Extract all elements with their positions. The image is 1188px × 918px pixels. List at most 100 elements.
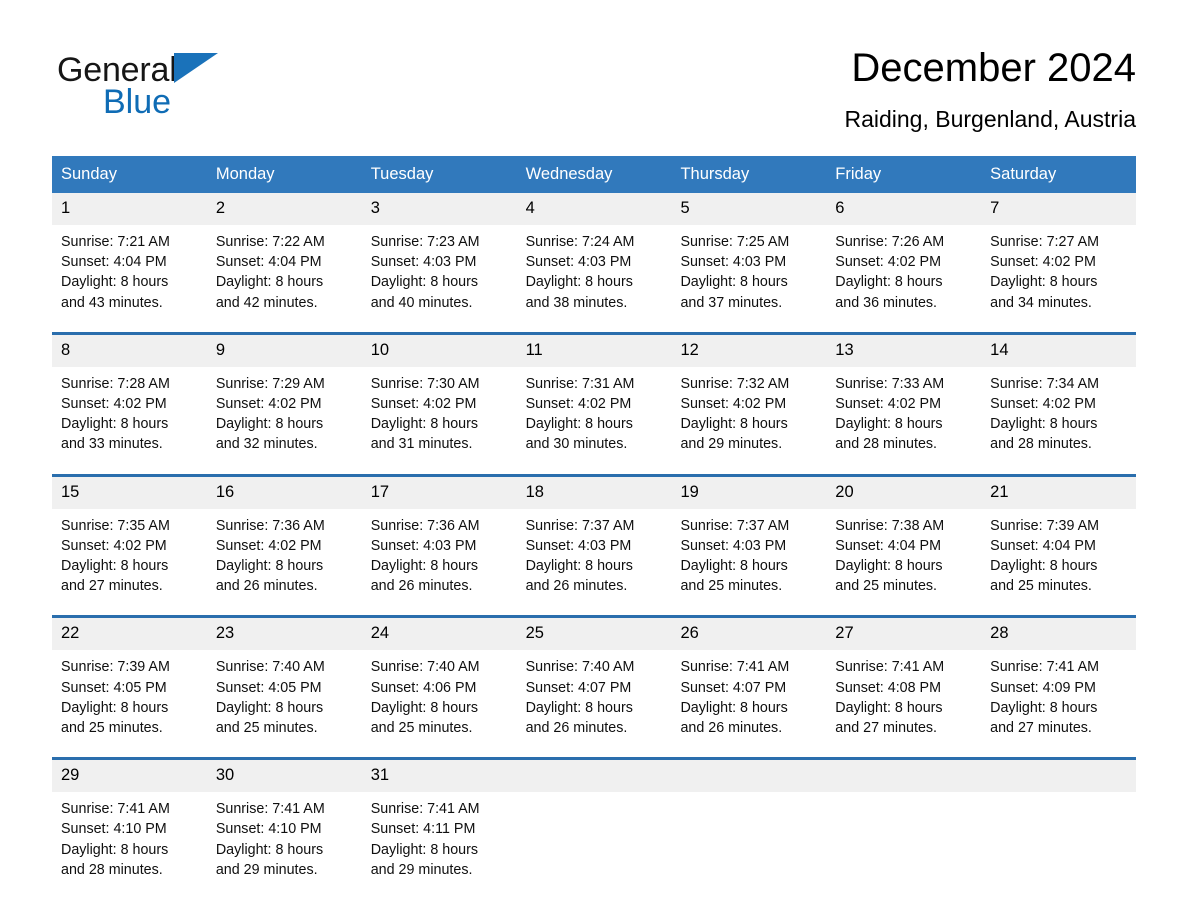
day-number[interactable]: 24	[362, 618, 517, 650]
day-number[interactable]: 1	[52, 193, 207, 225]
day-cell[interactable]: Sunrise: 7:31 AM Sunset: 4:02 PM Daylight:…	[517, 367, 672, 465]
day-cell[interactable]: Sunrise: 7:41 AM Sunset: 4:08 PM Daylight:…	[826, 650, 981, 748]
day-cell[interactable]: Sunrise: 7:29 AM Sunset: 4:02 PM Daylight:…	[207, 367, 362, 465]
day-number[interactable]: 31	[362, 760, 517, 792]
day-daylight-line: Daylight: 8 hours	[215, 274, 324, 291]
day-sunset-line: Sunset: 4:03 PM	[680, 537, 787, 554]
day-number[interactable]: 14	[981, 335, 1136, 367]
day-sunrise-line: Sunrise: 7:41 AM	[835, 659, 945, 676]
day-daylight-line: and 42 minutes.	[215, 294, 318, 311]
week-date-strip: 1234567	[52, 193, 1136, 225]
page-subtitle: Raiding, Burgenland, Austria	[844, 106, 1136, 132]
day-cell[interactable]: Sunrise: 7:22 AM Sunset: 4:04 PM Daylight:…	[207, 225, 362, 323]
day-number[interactable]: 29	[52, 760, 207, 792]
day-daylight-line: and 25 minutes.	[990, 578, 1092, 595]
day-sunset-line: Sunset: 4:03 PM	[370, 254, 477, 271]
day-cell[interactable]: Sunrise: 7:27 AM Sunset: 4:02 PM Daylight:…	[981, 225, 1136, 323]
day-daylight-line: and 25 minutes.	[215, 720, 318, 737]
day-daylight-line: and 28 minutes.	[990, 436, 1092, 453]
day-daylight-line: Daylight: 8 hours	[990, 274, 1098, 291]
day-sunset-line: Sunset: 4:03 PM	[525, 537, 632, 554]
day-number[interactable]: 25	[517, 618, 672, 650]
day-number[interactable]: 21	[981, 477, 1136, 509]
day-daylight-line: and 43 minutes.	[61, 294, 163, 311]
day-cell[interactable]: Sunrise: 7:26 AM Sunset: 4:02 PM Daylight:…	[826, 225, 981, 323]
day-number[interactable]: 17	[362, 477, 517, 509]
day-cell[interactable]: Sunrise: 7:40 AM Sunset: 4:05 PM Daylight:…	[207, 650, 362, 748]
day-number[interactable]: 4	[517, 193, 672, 225]
day-sunset-line: Sunset: 4:03 PM	[680, 254, 787, 271]
week-date-strip: 8 9 10 11 12 13 14	[52, 334, 1136, 367]
day-cell[interactable]: Sunrise: 7:34 AM Sunset: 4:02 PM Daylight:…	[981, 367, 1136, 465]
day-cell[interactable]: Sunrise: 7:36 AM Sunset: 4:02 PM Daylight:…	[207, 509, 362, 607]
day-number[interactable]: 22	[52, 618, 207, 650]
day-cell[interactable]: Sunrise: 7:41 AM Sunset: 4:07 PM Daylight:…	[671, 650, 826, 748]
day-cell[interactable]: Sunrise: 7:21 AM Sunset: 4:04 PM Daylight:…	[52, 225, 207, 323]
day-cell[interactable]: Sunrise: 7:32 AM Sunset: 4:02 PM Daylight:…	[671, 367, 826, 465]
day-number[interactable]: 18	[517, 477, 672, 509]
day-number[interactable]: 20	[826, 477, 981, 509]
day-number[interactable]: 8	[52, 335, 207, 367]
day-cell[interactable]: Sunrise: 7:41 AM Sunset: 4:10 PM Daylight:…	[52, 792, 207, 890]
day-daylight-line: and 28 minutes.	[835, 436, 938, 453]
day-number[interactable]: 3	[362, 193, 517, 225]
day-cell[interactable]: Sunrise: 7:41 AM Sunset: 4:09 PM Daylight:…	[981, 650, 1136, 748]
day-number[interactable]: 5	[671, 193, 826, 225]
day-daylight-line: Daylight: 8 hours	[680, 274, 788, 291]
day-number[interactable]: 2	[207, 193, 362, 225]
day-sunset-line: Sunset: 4:04 PM	[215, 254, 322, 271]
day-cell[interactable]: Sunrise: 7:35 AM Sunset: 4:02 PM Daylight:…	[52, 509, 207, 607]
generalblue-logo[interactable]: General Blue	[57, 50, 337, 121]
day-cell[interactable]: Sunrise: 7:23 AM Sunset: 4:03 PM Daylight:…	[362, 225, 517, 323]
week-body: Sunrise: 7:39 AM Sunset: 4:05 PM Daylight:…	[52, 650, 1136, 749]
day-number[interactable]: 10	[362, 335, 517, 367]
day-daylight-line: and 29 minutes.	[370, 861, 473, 878]
day-cell[interactable]: Sunrise: 7:33 AM Sunset: 4:02 PM Daylight:…	[826, 367, 981, 465]
weekday-header-monday: Monday	[215, 165, 275, 183]
day-daylight-line: and 31 minutes.	[370, 436, 473, 453]
day-cell[interactable]: Sunrise: 7:39 AM Sunset: 4:04 PM Daylight:…	[981, 509, 1136, 607]
day-cell[interactable]: Sunrise: 7:37 AM Sunset: 4:03 PM Daylight:…	[517, 509, 672, 607]
day-cell[interactable]: Sunrise: 7:40 AM Sunset: 4:07 PM Daylight:…	[517, 650, 672, 748]
day-daylight-line: and 27 minutes.	[990, 720, 1092, 737]
day-daylight-line: and 25 minutes.	[370, 720, 473, 737]
day-number[interactable]: 6	[826, 193, 981, 225]
day-number[interactable]: 16	[207, 477, 362, 509]
day-cell[interactable]: Sunrise: 7:41 AM Sunset: 4:11 PM Daylight:…	[362, 792, 517, 890]
day-number[interactable]: 28	[981, 618, 1136, 650]
day-number[interactable]: 15	[52, 477, 207, 509]
day-cell[interactable]: Sunrise: 7:24 AM Sunset: 4:03 PM Daylight:…	[517, 225, 672, 323]
day-daylight-line: Daylight: 8 hours	[370, 274, 479, 291]
weekday-header-friday: Friday	[835, 165, 882, 183]
day-number[interactable]: 23	[207, 618, 362, 650]
day-cell[interactable]: Sunrise: 7:28 AM Sunset: 4:02 PM Daylight:…	[52, 367, 207, 465]
day-sunrise-line: Sunrise: 7:24 AM	[525, 234, 635, 250]
day-cell[interactable]: Sunrise: 7:25 AM Sunset: 4:03 PM Daylight:…	[671, 225, 826, 323]
day-number[interactable]: 11	[517, 335, 672, 367]
day-number[interactable]: 19	[671, 477, 826, 509]
day-daylight-line: Daylight: 8 hours	[215, 841, 324, 858]
day-number[interactable]: 30	[207, 760, 362, 792]
day-daylight-line: Daylight: 8 hours	[215, 416, 324, 433]
day-sunrise-line: Sunrise: 7:39 AM	[990, 517, 1100, 534]
weekday-header-tuesday: Tuesday	[370, 165, 434, 183]
day-number[interactable]: 7	[981, 193, 1136, 225]
day-cell[interactable]: Sunrise: 7:37 AM Sunset: 4:03 PM Daylight:…	[671, 509, 826, 607]
day-daylight-line: Daylight: 8 hours	[680, 558, 788, 575]
day-number[interactable]: 27	[826, 618, 981, 650]
weekday-header-sunday: Sunday	[61, 165, 117, 183]
day-number[interactable]: 13	[826, 335, 981, 367]
day-cell[interactable]: Sunrise: 7:38 AM Sunset: 4:04 PM Daylight:…	[826, 509, 981, 607]
day-cell[interactable]: Sunrise: 7:40 AM Sunset: 4:06 PM Daylight:…	[362, 650, 517, 748]
day-number[interactable]: 9	[207, 335, 362, 367]
day-daylight-line: Daylight: 8 hours	[215, 558, 324, 575]
week-body: Sunrise: 7:35 AM Sunset: 4:02 PM Daylight:…	[52, 508, 1136, 607]
day-sunrise-line: Sunrise: 7:35 AM	[61, 517, 170, 534]
day-cell[interactable]: Sunrise: 7:41 AM Sunset: 4:10 PM Daylight:…	[207, 792, 362, 890]
day-cell[interactable]: Sunrise: 7:39 AM Sunset: 4:05 PM Daylight:…	[52, 650, 207, 748]
day-cell[interactable]: Sunrise: 7:30 AM Sunset: 4:02 PM Daylight:…	[362, 367, 517, 465]
day-number[interactable]: 26	[671, 618, 826, 650]
day-number[interactable]: 12	[671, 335, 826, 367]
day-sunrise-line: Sunrise: 7:37 AM	[525, 517, 635, 534]
day-cell[interactable]: Sunrise: 7:36 AM Sunset: 4:03 PM Daylight:…	[362, 509, 517, 607]
